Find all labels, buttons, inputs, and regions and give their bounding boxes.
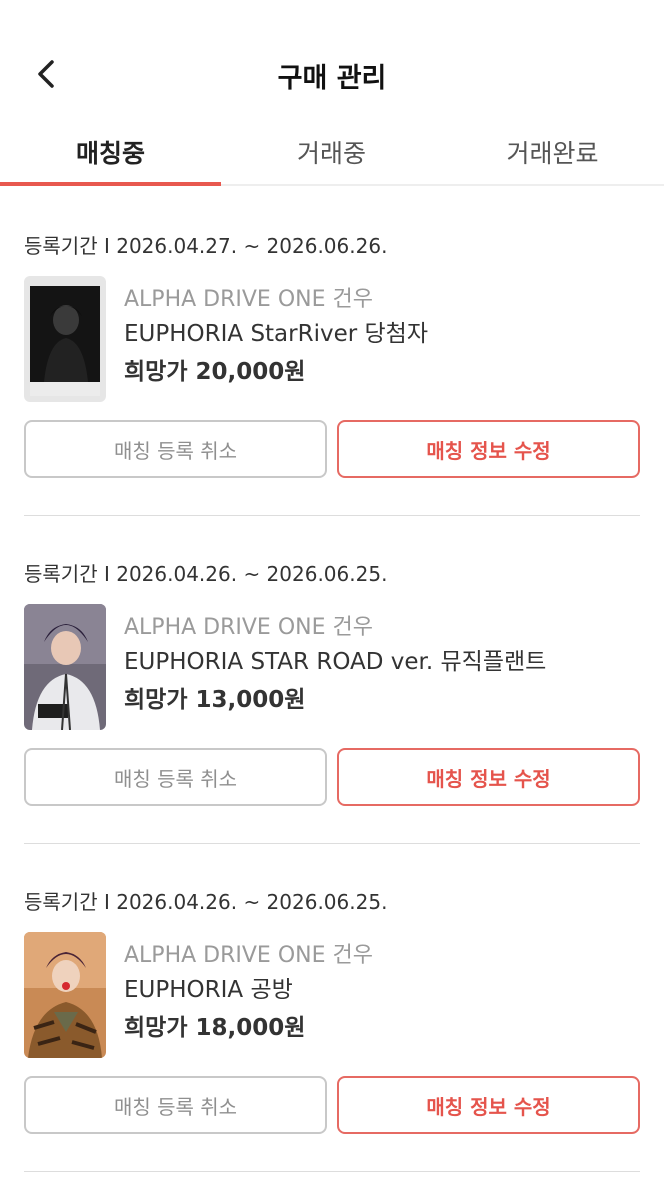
member-name: 건우 [332, 287, 373, 312]
action-row: 매칭 등록 취소 매칭 정보 수정 [24, 748, 640, 806]
registration-period: 등록기간 I 2026.04.26. ~ 2026.06.25. [24, 562, 388, 586]
artist-line: ALPHA DRIVE ONE 건우 [124, 940, 373, 972]
action-row: 매칭 등록 취소 매칭 정보 수정 [24, 420, 640, 478]
artist-name: ALPHA DRIVE ONE [124, 287, 326, 312]
item-thumbnail[interactable] [24, 604, 106, 730]
member-name: 건우 [332, 615, 373, 640]
artist-name: ALPHA DRIVE ONE [124, 615, 326, 640]
list-item: 등록기간 I 2026.04.26. ~ 2026.06.25. ALPHA D… [24, 844, 640, 1172]
artist-line: ALPHA DRIVE ONE 건우 [124, 612, 546, 644]
desired-price: 희망가 13,000원 [124, 687, 306, 713]
list-item: 등록기간 I 2026.04.27. ~ 2026.06.26. ALPHA D… [24, 188, 640, 516]
member-name: 건우 [332, 943, 373, 968]
item-thumbnail[interactable] [24, 932, 106, 1058]
item-info: ALPHA DRIVE ONE 건우 EUPHORIA 공방 희망가 18,00… [124, 940, 373, 1048]
item-name: EUPHORIA 공방 [124, 977, 293, 1003]
list-item: 등록기간 I 2026.04.26. ~ 2026.06.25. ALPHA D… [24, 516, 640, 844]
item-name: EUPHORIA StarRiver 당첨자 [124, 321, 428, 347]
tab-in-trade[interactable]: 거래중 [221, 120, 442, 184]
desired-price: 희망가 20,000원 [124, 359, 306, 385]
header: 구매 관리 [0, 0, 664, 120]
registration-period: 등록기간 I 2026.04.27. ~ 2026.06.26. [24, 234, 388, 258]
tab-matching[interactable]: 매칭중 [0, 120, 221, 186]
edit-matching-button[interactable]: 매칭 정보 수정 [337, 1076, 640, 1134]
item-name: EUPHORIA STAR ROAD ver. 뮤직플랜트 [124, 649, 547, 675]
edit-matching-button[interactable]: 매칭 정보 수정 [337, 748, 640, 806]
action-row: 매칭 등록 취소 매칭 정보 수정 [24, 1076, 640, 1134]
registration-period: 등록기간 I 2026.04.26. ~ 2026.06.25. [24, 890, 388, 914]
page-title: 구매 관리 [277, 63, 387, 94]
item-thumbnail[interactable] [24, 276, 106, 402]
edit-matching-button[interactable]: 매칭 정보 수정 [337, 420, 640, 478]
cancel-matching-button[interactable]: 매칭 등록 취소 [24, 420, 327, 478]
artist-line: ALPHA DRIVE ONE 건우 [124, 284, 428, 316]
artist-name: ALPHA DRIVE ONE [124, 943, 326, 968]
purchase-list: 등록기간 I 2026.04.27. ~ 2026.06.26. ALPHA D… [0, 188, 664, 1172]
tab-completed[interactable]: 거래완료 [442, 120, 663, 184]
cancel-matching-button[interactable]: 매칭 등록 취소 [24, 748, 327, 806]
desired-price: 희망가 18,000원 [124, 1015, 306, 1041]
item-info: ALPHA DRIVE ONE 건우 EUPHORIA STAR ROAD ve… [124, 612, 546, 720]
tab-bar: 매칭중 거래중 거래완료 [0, 120, 664, 186]
cancel-matching-button[interactable]: 매칭 등록 취소 [24, 1076, 327, 1134]
item-info: ALPHA DRIVE ONE 건우 EUPHORIA StarRiver 당첨… [124, 284, 428, 392]
